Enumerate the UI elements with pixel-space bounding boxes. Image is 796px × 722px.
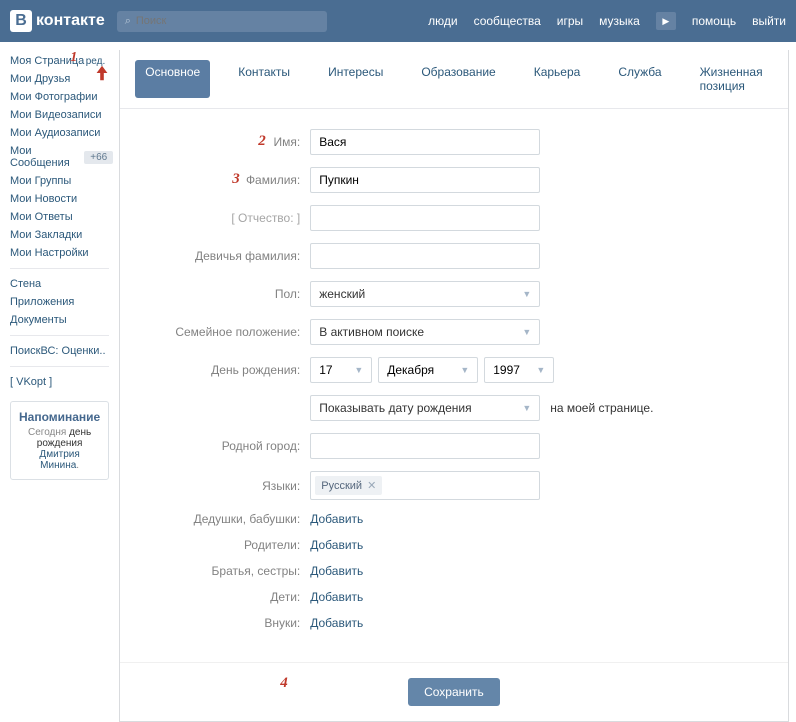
profile-form: 2 Имя: 3 Фамилия: [ Отчество: ] Девичья …	[120, 109, 787, 662]
grandparents-label: Дедушки, бабушки:	[150, 512, 310, 526]
tab-military[interactable]: Служба	[608, 60, 671, 98]
sidebar-audio[interactable]: Мои Аудиозаписи	[10, 124, 119, 142]
search-icon: ⌕	[125, 15, 131, 28]
bday-label: День рождения:	[150, 363, 310, 377]
sidebar-bookmarks[interactable]: Мои Закладки	[10, 226, 119, 244]
tab-career[interactable]: Карьера	[524, 60, 591, 98]
patronymic-label[interactable]: [ Отчество: ]	[150, 211, 310, 225]
search-input[interactable]	[136, 15, 278, 27]
sidebar-my-page[interactable]: Моя Страница 1 ред.	[10, 52, 119, 70]
chevron-down-icon: ▼	[522, 403, 531, 413]
chevron-down-icon: ▼	[536, 365, 545, 375]
play-icon[interactable]: ▶	[656, 12, 676, 30]
reminder-name-link[interactable]: Дмитрия Минина	[39, 449, 79, 471]
chevron-down-icon: ▼	[354, 365, 363, 375]
sidebar-groups[interactable]: Мои Группы	[10, 172, 119, 190]
tab-life[interactable]: Жизненная позиция	[690, 60, 773, 98]
divider	[10, 335, 109, 336]
search-box[interactable]: ⌕	[117, 11, 327, 32]
nav-music[interactable]: музыка	[599, 14, 640, 28]
bday-day-select[interactable]: 17 ▼	[310, 357, 372, 383]
languages-label: Языки:	[150, 479, 310, 493]
reminder-text: Сегодня день рождения Дмитрия Минина.	[19, 427, 100, 471]
bday-month-select[interactable]: Декабря ▼	[378, 357, 478, 383]
name-input[interactable]	[310, 129, 540, 155]
nav-games[interactable]: игры	[557, 14, 583, 28]
hometown-input[interactable]	[310, 433, 540, 459]
sidebar-apps[interactable]: Приложения	[10, 293, 119, 311]
reminder-title: Напоминание	[19, 410, 100, 424]
add-grandparents-link[interactable]: Добавить	[310, 512, 363, 526]
add-children-link[interactable]: Добавить	[310, 590, 363, 604]
sidebar-vkopt[interactable]: [ VKopt ]	[10, 373, 119, 391]
sidebar-photos[interactable]: Мои Фотографии	[10, 88, 119, 106]
add-grandchildren-link[interactable]: Добавить	[310, 616, 363, 630]
bday-extra-text: на моей странице.	[550, 401, 653, 415]
add-parents-link[interactable]: Добавить	[310, 538, 363, 552]
annotation-4: 4	[280, 675, 288, 692]
header-nav: люди сообщества игры музыка ▶ помощь вый…	[428, 12, 786, 30]
marital-label: Семейное положение:	[150, 325, 310, 339]
nav-people[interactable]: люди	[428, 14, 457, 28]
sidebar-wall[interactable]: Стена	[10, 275, 119, 293]
sidebar: Моя Страница 1 ред. Мои Друзья Мои Фотог…	[0, 42, 119, 722]
annotation-1: 1	[70, 50, 77, 66]
annotation-3: 3	[232, 171, 240, 188]
gender-label: Пол:	[150, 287, 310, 301]
header: В контакте ⌕ люди сообщества игры музыка…	[0, 0, 796, 42]
parents-label: Родители:	[150, 538, 310, 552]
sidebar-docs[interactable]: Документы	[10, 311, 119, 329]
chevron-down-icon: ▼	[522, 289, 531, 299]
bday-visibility-select[interactable]: Показывать дату рождения ▼	[310, 395, 540, 421]
surname-label: 3 Фамилия:	[150, 173, 310, 187]
divider	[10, 366, 109, 367]
save-button[interactable]: Сохранить	[408, 678, 500, 706]
remove-language-icon[interactable]: ✕	[367, 479, 376, 492]
reminder-box: Напоминание Сегодня день рождения Дмитри…	[10, 401, 109, 480]
save-row: 4 Сохранить	[120, 662, 787, 721]
chevron-down-icon: ▼	[460, 365, 469, 375]
sidebar-friends[interactable]: Мои Друзья	[10, 70, 119, 88]
sidebar-messages[interactable]: Мои Сообщения +66	[10, 142, 119, 172]
hometown-label: Родной город:	[150, 439, 310, 453]
edit-tabs: Основное Контакты Интересы Образование К…	[120, 50, 787, 109]
name-label: 2 Имя:	[150, 135, 310, 149]
sidebar-search-vs[interactable]: ПоискВС: Оценки..	[10, 342, 119, 360]
patronymic-input[interactable]	[310, 205, 540, 231]
marital-select[interactable]: В активном поиске ▼	[310, 319, 540, 345]
maiden-label: Девичья фамилия:	[150, 249, 310, 263]
languages-input[interactable]: Русский ✕	[310, 471, 540, 500]
grandchildren-label: Внуки:	[150, 616, 310, 630]
logo-text: контакте	[36, 12, 105, 30]
tab-interests[interactable]: Интересы	[318, 60, 393, 98]
nav-help[interactable]: помощь	[692, 14, 736, 28]
logo-icon: В	[10, 10, 32, 32]
nav-communities[interactable]: сообщества	[474, 14, 541, 28]
sidebar-news[interactable]: Мои Новости	[10, 190, 119, 208]
main-content: Основное Контакты Интересы Образование К…	[119, 50, 788, 722]
sidebar-settings[interactable]: Мои Настройки	[10, 244, 119, 262]
children-label: Дети:	[150, 590, 310, 604]
sidebar-answers[interactable]: Мои Ответы	[10, 208, 119, 226]
annotation-2: 2	[258, 133, 266, 150]
language-tag: Русский ✕	[315, 476, 382, 495]
surname-input[interactable]	[310, 167, 540, 193]
gender-select[interactable]: женский ▼	[310, 281, 540, 307]
nav-logout[interactable]: выйти	[752, 14, 786, 28]
add-siblings-link[interactable]: Добавить	[310, 564, 363, 578]
tab-education[interactable]: Образование	[411, 60, 505, 98]
logo[interactable]: В контакте	[10, 10, 105, 32]
siblings-label: Братья, сестры:	[150, 564, 310, 578]
tab-main[interactable]: Основное	[135, 60, 210, 98]
sidebar-videos[interactable]: Мои Видеозаписи	[10, 106, 119, 124]
maiden-input[interactable]	[310, 243, 540, 269]
tab-contacts[interactable]: Контакты	[228, 60, 300, 98]
bday-year-select[interactable]: 1997 ▼	[484, 357, 554, 383]
messages-badge: +66	[84, 151, 113, 164]
divider	[10, 268, 109, 269]
chevron-down-icon: ▼	[522, 327, 531, 337]
